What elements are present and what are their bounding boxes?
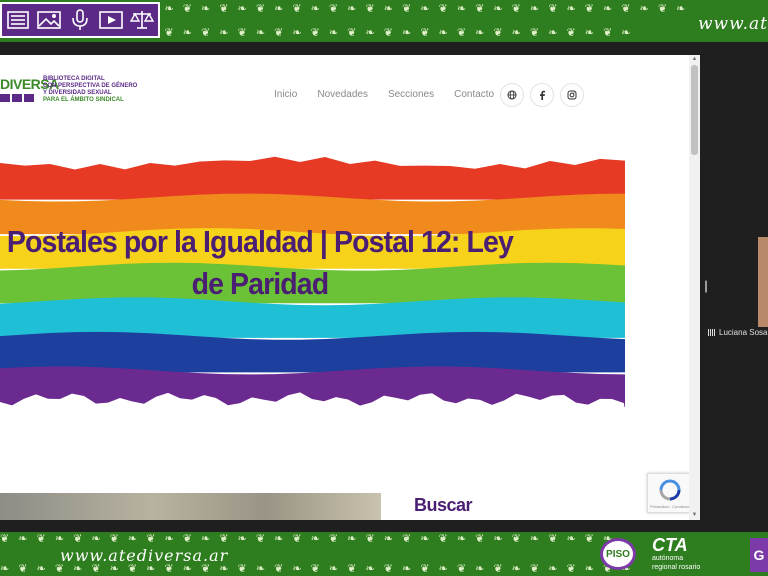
logo-mark: DIVERSA bbox=[0, 76, 59, 102]
signal-icon bbox=[708, 329, 716, 337]
post-title: Postales por la Igualdad | Postal 12: Le… bbox=[6, 224, 514, 301]
instagram-icon[interactable] bbox=[560, 83, 584, 107]
page-scrollbar[interactable]: ▲ ▼ bbox=[689, 55, 700, 520]
shared-browser-page: DIVERSA BIBLIOTECA DIGITAL CON PERSPECTI… bbox=[0, 55, 700, 520]
recaptcha-footer: Privacidad - Condiciones bbox=[650, 504, 695, 509]
panel-resize-handle[interactable]: ┃ bbox=[703, 280, 709, 296]
site-logo[interactable]: DIVERSA BIBLIOTECA DIGITAL CON PERSPECTI… bbox=[0, 76, 137, 104]
cta-logo-word: CTA bbox=[652, 535, 688, 555]
participant-video[interactable] bbox=[758, 237, 768, 327]
top-banner: ❦ ❧ ❦ ❧ ❦ ❧ ❦ ❧ ❦ ❧ ❦ ❧ ❦ ❧ ❦ ❧ ❦ ❧ ❦ ❧ … bbox=[0, 0, 768, 42]
main-nav: Inicio Novedades Secciones Contacto bbox=[274, 89, 494, 100]
cta-logo-sub2: regional rosario bbox=[652, 564, 701, 571]
logo-tagline: BIBLIOTECA DIGITAL CON PERSPECTIVA DE GÉ… bbox=[43, 76, 137, 104]
website-url-top: www.at bbox=[697, 14, 768, 34]
purple-tab: G bbox=[750, 538, 768, 572]
participant-name-label: Luciana Sosa bbox=[719, 328, 768, 337]
participant-name: Luciana Sosa bbox=[708, 328, 767, 337]
scales-icon bbox=[129, 9, 155, 31]
cta-logo: CTA autónoma regional rosario bbox=[652, 536, 700, 572]
nav-inicio[interactable]: Inicio bbox=[274, 89, 297, 100]
video-play-icon bbox=[98, 9, 124, 31]
scroll-down-icon[interactable]: ▼ bbox=[691, 512, 698, 519]
nav-secciones[interactable]: Secciones bbox=[388, 89, 434, 100]
rainbow-stripe bbox=[0, 331, 625, 373]
logo-mini-icon bbox=[0, 94, 10, 102]
recaptcha-badge[interactable]: Privacidad - Condiciones bbox=[647, 473, 695, 513]
scroll-up-icon[interactable]: ▲ bbox=[691, 56, 698, 63]
microphone-icon bbox=[67, 9, 93, 31]
piso-logo: PISO bbox=[600, 538, 636, 570]
post-thumbnail-image[interactable] bbox=[0, 493, 381, 520]
logo-mini-icon bbox=[24, 94, 34, 102]
scrollbar-thumb[interactable] bbox=[691, 65, 698, 155]
logo-tagline-line: CON PERSPECTIVA DE GÉNERO bbox=[43, 83, 138, 89]
logo-mini-icons bbox=[0, 94, 40, 102]
bottom-banner: ❦ ❧ ❦ ❧ ❦ ❧ ❦ ❧ ❦ ❧ ❦ ❧ ❦ ❧ ❦ ❧ ❦ ❧ ❦ ❧ … bbox=[0, 532, 768, 576]
recaptcha-icon bbox=[659, 479, 681, 501]
media-icon-strip bbox=[0, 2, 160, 38]
logo-tagline-line: PARA EL ÁMBITO SINDICAL bbox=[43, 97, 124, 103]
nav-novedades[interactable]: Novedades bbox=[317, 89, 368, 100]
logo-mini-icon bbox=[12, 94, 22, 102]
facebook-icon[interactable] bbox=[530, 83, 554, 107]
document-list-icon bbox=[5, 9, 31, 31]
logo-wordmark: DIVERSA bbox=[0, 76, 59, 92]
globe-icon[interactable] bbox=[500, 83, 524, 107]
nav-contacto[interactable]: Contacto bbox=[454, 89, 494, 100]
website-url-bottom: www.atediversa.ar bbox=[60, 546, 229, 565]
hero-banner: Postales por la Igualdad | Postal 12: Le… bbox=[0, 155, 625, 413]
logo-tagline-line: BIBLIOTECA DIGITAL bbox=[43, 76, 105, 82]
logo-tagline-line: Y DIVERSIDAD SEXUAL bbox=[43, 90, 112, 96]
social-links bbox=[500, 83, 584, 107]
search-heading: Buscar bbox=[414, 495, 473, 515]
rainbow-stripe bbox=[0, 156, 625, 200]
image-icon bbox=[36, 9, 62, 31]
cta-logo-sub: autónoma bbox=[652, 555, 684, 562]
